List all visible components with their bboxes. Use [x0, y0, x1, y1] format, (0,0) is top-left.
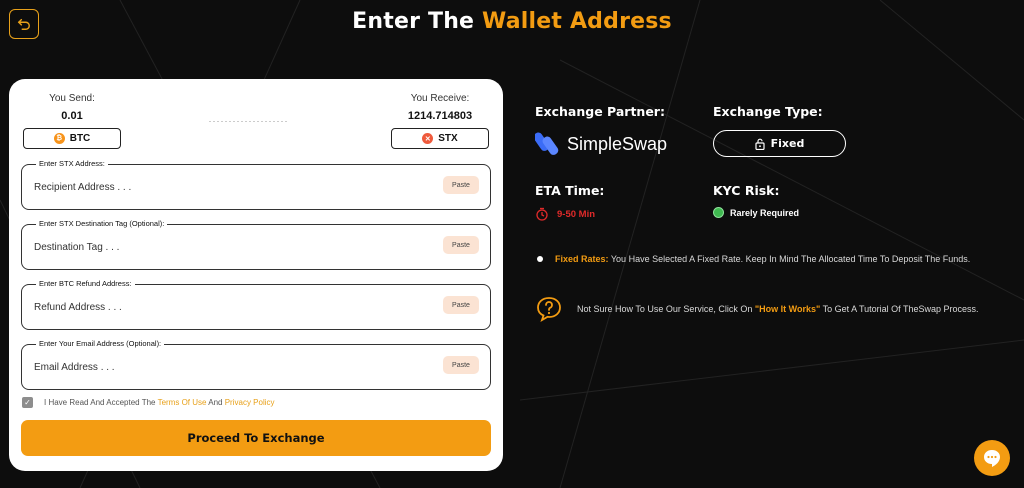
fixed-rate-note-text: Fixed Rates: You Have Selected A Fixed R… — [555, 254, 970, 264]
help-note-text: Not Sure How To Use Our Service, Click O… — [577, 304, 979, 314]
stx-address-field: Enter STX Address: Paste — [21, 159, 491, 210]
chat-icon — [984, 450, 1000, 467]
field-legend: Enter STX Destination Tag (Optional): — [36, 219, 168, 228]
receive-coin-label: STX — [438, 133, 458, 144]
destination-tag-field: Enter STX Destination Tag (Optional): Pa… — [21, 219, 491, 270]
field-legend: Enter Your Email Address (Optional): — [36, 339, 165, 348]
field-legend: Enter BTC Refund Address: — [36, 279, 135, 288]
proceed-button[interactable]: Proceed To Exchange — [21, 420, 491, 456]
fixed-rate-label: Fixed Rates: — [555, 254, 609, 264]
simpleswap-logo-icon — [535, 132, 559, 155]
privacy-policy-link[interactable]: Privacy Policy — [225, 398, 275, 407]
kyc-value: Rarely Required — [730, 207, 800, 218]
help-note: Not Sure How To Use Our Service, Click O… — [535, 295, 979, 323]
chat-button[interactable] — [974, 440, 1010, 476]
field-legend: Enter STX Address: — [36, 159, 108, 168]
send-coin-label: BTC — [69, 133, 91, 144]
bullet-dot — [537, 256, 543, 262]
exchange-partner-title: Exchange Partner: — [535, 104, 665, 119]
fixed-rate-note: Fixed Rates: You Have Selected A Fixed R… — [537, 254, 970, 264]
paste-button[interactable]: Paste — [443, 236, 479, 254]
partner-logo: SimpleSwap — [535, 130, 667, 158]
refund-address-input[interactable] — [34, 299, 424, 315]
page-title-main: Enter The — [352, 9, 475, 34]
recipient-address-input[interactable] — [34, 179, 424, 195]
terms-checkbox[interactable]: ✓ — [22, 397, 33, 408]
lock-icon — [755, 138, 765, 150]
kyc-risk-title: KYC Risk: — [713, 183, 780, 198]
paste-button[interactable]: Paste — [443, 176, 479, 194]
page-title: Enter The Wallet Address — [0, 9, 1024, 34]
destination-tag-input[interactable] — [34, 239, 424, 255]
kyc-value-row: Rarely Required — [713, 207, 799, 218]
terms-agreement: ✓ I Have Read And Accepted The Terms Of … — [22, 397, 275, 408]
refund-address-field: Enter BTC Refund Address: Paste — [21, 279, 491, 330]
btc-coin-icon: ₿ — [53, 133, 65, 144]
receive-coin-selector[interactable]: ✕ STX — [391, 128, 489, 149]
exchange-type-value: Fixed — [770, 137, 805, 150]
eta-value-row: 9-50 Min — [535, 207, 595, 221]
email-address-field: Enter Your Email Address (Optional): Pas… — [21, 339, 491, 390]
help-suffix: To Get A Tutorial Of TheSwap Process. — [822, 304, 979, 314]
eta-value: 9-50 Min — [557, 208, 596, 220]
terms-prefix: I Have Read And Accepted The — [44, 398, 156, 407]
exchange-type-title: Exchange Type: — [713, 104, 823, 119]
kyc-status-dot — [713, 207, 724, 218]
terms-of-use-link[interactable]: Terms Of Use — [158, 398, 207, 407]
paste-button[interactable]: Paste — [443, 296, 479, 314]
fixed-rate-text: You Have Selected A Fixed Rate. Keep In … — [610, 254, 971, 264]
help-bubble-icon — [537, 297, 561, 322]
how-it-works-link[interactable]: "How It Works" — [755, 304, 820, 314]
terms-and: And — [208, 398, 223, 407]
receive-label: You Receive: — [410, 93, 470, 104]
send-amount: 0.01 — [61, 110, 83, 122]
help-prefix: Not Sure How To Use Our Service, Click O… — [577, 304, 753, 314]
stx-coin-icon: ✕ — [422, 133, 434, 144]
page-title-highlight: Wallet Address — [482, 9, 672, 34]
timer-icon — [536, 207, 548, 221]
send-label: You Send: — [49, 93, 95, 104]
send-summary: You Send: 0.01 ₿ BTC — [23, 93, 121, 149]
eta-title: ETA Time: — [535, 183, 605, 198]
email-address-input[interactable] — [34, 359, 424, 375]
terms-text: I Have Read And Accepted The Terms Of Us… — [44, 398, 275, 407]
receive-summary: You Receive: 1214.714803 ✕ STX — [391, 93, 489, 149]
partner-name: SimpleSwap — [567, 133, 668, 154]
swap-divider — [209, 121, 289, 122]
exchange-type-badge: Fixed — [713, 130, 846, 157]
wallet-form-card: You Send: 0.01 ₿ BTC You Receive: 1214.7… — [9, 79, 503, 471]
paste-button[interactable]: Paste — [443, 356, 479, 374]
receive-amount: 1214.714803 — [407, 110, 473, 122]
send-coin-selector[interactable]: ₿ BTC — [23, 128, 121, 149]
